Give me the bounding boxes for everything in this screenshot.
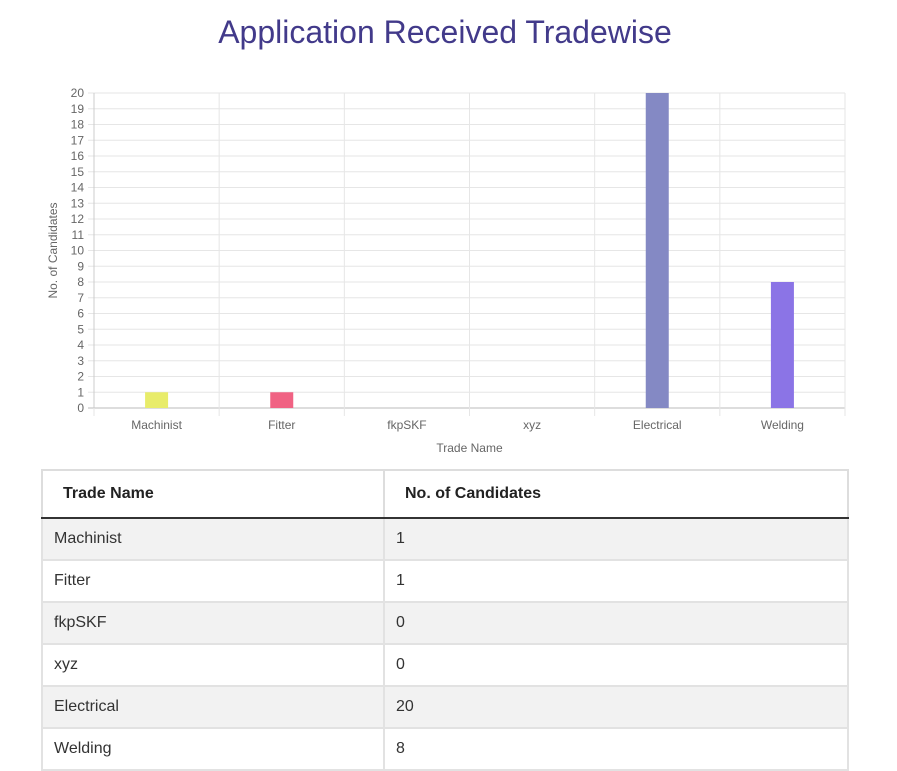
bar-chart: 01234567891011121314151617181920Machinis…	[46, 86, 846, 455]
table-row: xyz 0	[41, 643, 849, 687]
y-tick-label: 10	[71, 244, 85, 258]
cell-candidates: 1	[383, 517, 849, 561]
y-tick-label: 12	[71, 212, 85, 226]
cell-candidates: 0	[383, 643, 849, 687]
x-tick-label: Machinist	[131, 418, 182, 432]
bar-fitter	[270, 392, 294, 408]
table-row: Electrical 20	[41, 685, 849, 729]
cell-candidates: 8	[383, 727, 849, 771]
x-tick-label: Welding	[761, 418, 804, 432]
trade-table: Trade Name No. of Candidates Machinist 1…	[41, 469, 849, 771]
y-tick-label: 9	[77, 259, 84, 273]
x-tick-label: xyz	[523, 418, 541, 432]
y-tick-label: 15	[71, 165, 85, 179]
y-tick-label: 18	[71, 118, 85, 132]
table-header-row: Trade Name No. of Candidates	[41, 469, 849, 519]
x-tick-label: Fitter	[268, 418, 295, 432]
header-no-of-candidates: No. of Candidates	[383, 469, 849, 519]
x-tick-label: fkpSKF	[387, 418, 426, 432]
page-title: Application Received Tradewise	[218, 14, 672, 50]
cell-trade-name: xyz	[41, 643, 385, 687]
cell-trade-name: Welding	[41, 727, 385, 771]
y-tick-label: 17	[71, 133, 85, 147]
y-tick-label: 1	[77, 385, 84, 399]
cell-candidates: 1	[383, 559, 849, 603]
y-tick-label: 7	[77, 291, 84, 305]
y-tick-label: 6	[77, 307, 84, 321]
y-tick-label: 19	[71, 102, 85, 116]
cell-candidates: 0	[383, 601, 849, 645]
y-tick-label: 5	[77, 322, 84, 336]
y-tick-label: 14	[71, 181, 85, 195]
y-tick-label: 4	[77, 338, 84, 352]
y-tick-label: 16	[71, 149, 85, 163]
y-tick-label: 3	[77, 354, 84, 368]
x-axis-title: Trade Name	[436, 441, 503, 455]
cell-trade-name: Fitter	[41, 559, 385, 603]
y-axis-title: No. of Candidates	[46, 202, 60, 298]
table-row: fkpSKF 0	[41, 601, 849, 645]
header-trade-name: Trade Name	[41, 469, 384, 519]
y-tick-label: 13	[71, 196, 85, 210]
y-tick-label: 2	[77, 370, 84, 384]
cell-trade-name: Machinist	[41, 517, 385, 561]
y-tick-label: 0	[77, 401, 84, 415]
bar-welding	[770, 282, 794, 408]
y-tick-label: 11	[72, 228, 85, 242]
table-row: Welding 8	[41, 727, 849, 771]
cell-trade-name: fkpSKF	[41, 601, 385, 645]
x-tick-label: Electrical	[633, 418, 682, 432]
y-tick-label: 20	[71, 86, 85, 100]
table-row: Machinist 1	[41, 517, 849, 561]
table-row: Fitter 1	[41, 559, 849, 603]
y-tick-label: 8	[77, 275, 84, 289]
bar-electrical	[645, 93, 669, 408]
cell-trade-name: Electrical	[41, 685, 385, 729]
cell-candidates: 20	[383, 685, 849, 729]
bar-machinist	[145, 392, 169, 408]
